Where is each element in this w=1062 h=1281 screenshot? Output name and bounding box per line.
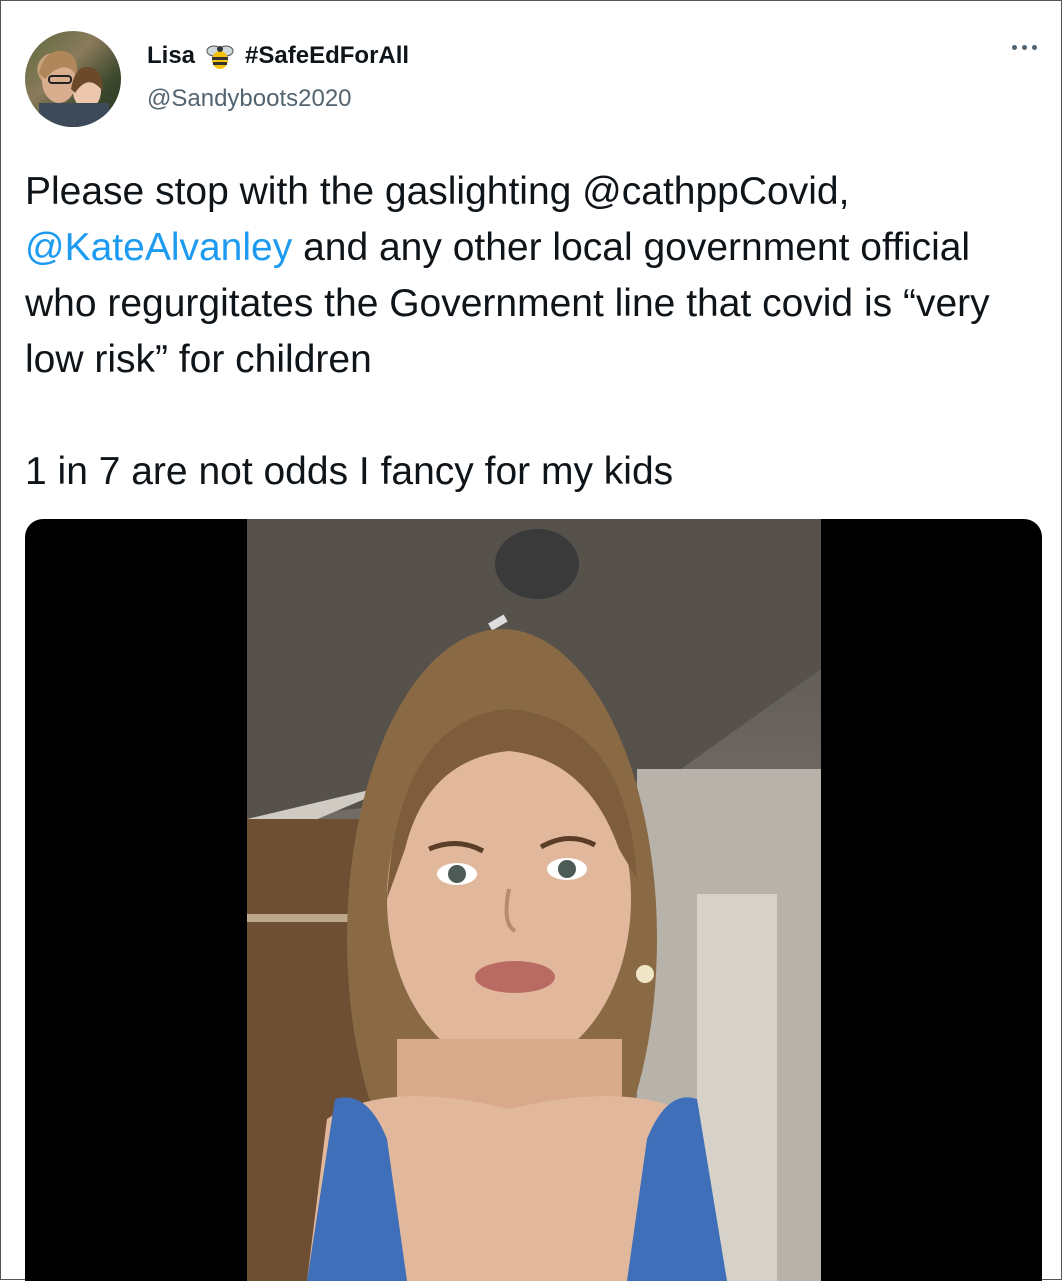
author-handle[interactable]: @Sandyboots2020 [147,85,352,113]
tweet-text-part-1: Please stop with the gaslighting @cathpp… [25,170,850,213]
video-thumbnail[interactable] [247,519,821,1281]
mention-link[interactable]: @KateAlvanley [25,226,292,269]
author-hashtag[interactable]: #SafeEdForAll [245,42,409,70]
tweet-text: Please stop with the gaslighting @cathpp… [25,164,1035,500]
bee-icon [205,41,235,71]
more-options-icon[interactable] [1012,45,1037,50]
tweet-card: Lisa #SafeEdForAll @Sandyboots2020 Pleas… [0,0,1062,1281]
avatar[interactable] [25,31,121,127]
author-name-row[interactable]: Lisa #SafeEdForAll [147,41,409,71]
author-name[interactable]: Lisa [147,42,195,70]
video-player[interactable] [25,519,1042,1281]
